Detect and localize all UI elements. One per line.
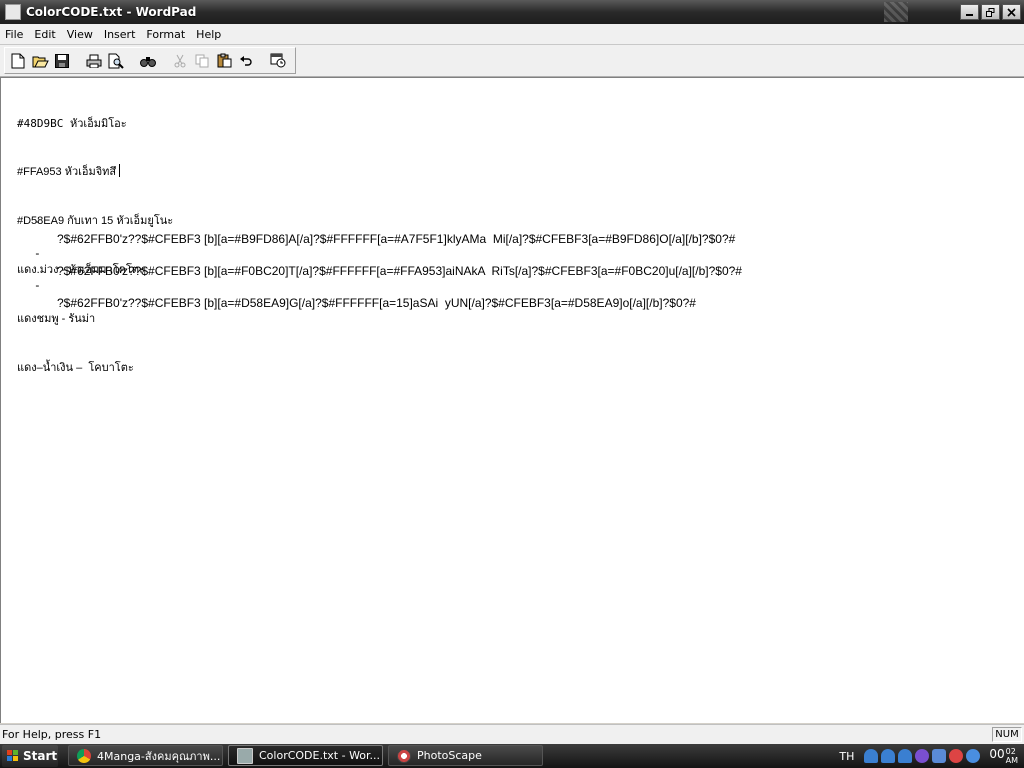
- close-button[interactable]: [1002, 4, 1021, 20]
- security-icon[interactable]: [949, 749, 964, 763]
- taskbar-button-chrome[interactable]: 4Manga-สังคมคุณภาพ...: [68, 745, 223, 766]
- save-button[interactable]: [52, 51, 72, 71]
- task-label: ColorCODE.txt - Wor...: [259, 749, 381, 762]
- open-button[interactable]: [30, 51, 50, 71]
- restore-button[interactable]: [981, 4, 1000, 20]
- close-icon: [1007, 7, 1016, 17]
- start-button[interactable]: Start: [2, 745, 58, 767]
- title-decoration: [884, 2, 908, 22]
- status-bar: For Help, press F1 NUM: [0, 724, 1024, 744]
- minimize-button[interactable]: [960, 4, 979, 20]
- menu-bar: File Edit View Insert Format Help: [0, 24, 1024, 45]
- copy-button[interactable]: [192, 51, 212, 71]
- paste-button[interactable]: [214, 51, 234, 71]
- restore-icon: [986, 7, 995, 17]
- messenger-icon[interactable]: [881, 749, 896, 763]
- taskbar: Start 4Manga-สังคมคุณภาพ... ColorCODE.tx…: [0, 744, 1024, 768]
- menu-file[interactable]: File: [0, 28, 29, 41]
- code-line: ?$#62FFB0'z??$#CFEBF3 [b][a=#D58EA9]G[/a…: [57, 295, 696, 310]
- clock-minute: 02: [1005, 747, 1016, 756]
- bullet: -: [35, 278, 40, 293]
- system-tray: TH 00 02 AM: [839, 744, 1024, 768]
- window-title: ColorCODE.txt - WordPad: [26, 5, 197, 19]
- menu-help[interactable]: Help: [191, 28, 227, 41]
- paste-icon: [217, 53, 231, 68]
- menu-format[interactable]: Format: [141, 28, 191, 41]
- new-button[interactable]: [8, 51, 28, 71]
- menu-edit[interactable]: Edit: [29, 28, 61, 41]
- date-time-button[interactable]: [268, 51, 288, 71]
- toolbar: [0, 45, 1024, 77]
- messenger-icon[interactable]: [864, 749, 879, 763]
- task-label: PhotoScape: [417, 749, 482, 762]
- save-icon: [55, 53, 69, 68]
- minimize-icon: [966, 13, 973, 16]
- wordpad-icon: [237, 747, 253, 764]
- copy-icon: [195, 54, 208, 67]
- wordpad-app-icon[interactable]: [5, 4, 21, 20]
- find-icon: [140, 56, 156, 67]
- task-label: 4Manga-สังคมคุณภาพ...: [97, 749, 221, 763]
- document-area[interactable]: #48D9BC หัวเอ็มมิโอะ #FFA953 หัวเอ็มจิทส…: [0, 77, 1024, 723]
- messenger-icon[interactable]: [898, 749, 913, 763]
- text-line: #FFA953 หัวเอ็มจิทสึ: [17, 166, 117, 179]
- text-caret: [119, 164, 121, 178]
- clock[interactable]: 00 02 AM: [989, 747, 1018, 765]
- code-line-row: - ?$#62FFB0'z??$#CFEBF3 [b][a=#D58EA9]G[…: [17, 261, 1007, 327]
- print-button[interactable]: [84, 51, 104, 71]
- date-time-icon: [270, 53, 286, 68]
- find-button[interactable]: [138, 51, 158, 71]
- photoscape-icon: [397, 748, 411, 763]
- windows-logo-icon: [7, 750, 19, 762]
- print-preview-button[interactable]: [106, 51, 126, 71]
- document-text[interactable]: #48D9BC หัวเอ็มมิโอะ #FFA953 หัวเอ็มจิทส…: [17, 83, 742, 474]
- title-bar[interactable]: ColorCODE.txt - WordPad: [0, 0, 1024, 24]
- language-indicator[interactable]: TH: [839, 750, 854, 763]
- app-tray-icon[interactable]: [915, 749, 930, 763]
- taskbar-button-wordpad[interactable]: ColorCODE.txt - Wor...: [228, 745, 383, 766]
- menu-view[interactable]: View: [62, 28, 99, 41]
- cut-icon: [174, 54, 186, 67]
- bullet: -: [35, 246, 40, 261]
- cut-button[interactable]: [170, 51, 190, 71]
- bullet: -: [35, 214, 40, 229]
- settings-tray-icon[interactable]: [966, 749, 981, 763]
- text-line-with-caret: #FFA953 หัวเอ็มจิทสึ: [17, 164, 173, 180]
- new-icon: [11, 53, 25, 68]
- clock-hour: 00: [989, 747, 1005, 761]
- status-help-text: For Help, press F1: [2, 728, 102, 741]
- chrome-icon: [77, 748, 91, 763]
- undo-button[interactable]: [236, 51, 256, 71]
- print-preview-icon: [108, 53, 124, 69]
- print-icon: [86, 54, 102, 68]
- text-line: #48D9BC หัวเอ็มมิโอะ: [17, 116, 127, 130]
- open-icon: [32, 56, 49, 67]
- menu-insert[interactable]: Insert: [99, 28, 142, 41]
- num-lock-indicator: NUM: [992, 727, 1022, 742]
- taskbar-button-photoscape[interactable]: PhotoScape: [388, 745, 543, 766]
- undo-icon: [240, 55, 252, 66]
- start-label: Start: [23, 749, 58, 763]
- window-controls: [960, 4, 1021, 20]
- text-line: แดง–น้ำเงิน – โคบาโตะ: [17, 362, 134, 375]
- standard-toolbar: [4, 47, 296, 74]
- clock-ampm: AM: [1005, 756, 1018, 765]
- network-icon[interactable]: [932, 749, 947, 763]
